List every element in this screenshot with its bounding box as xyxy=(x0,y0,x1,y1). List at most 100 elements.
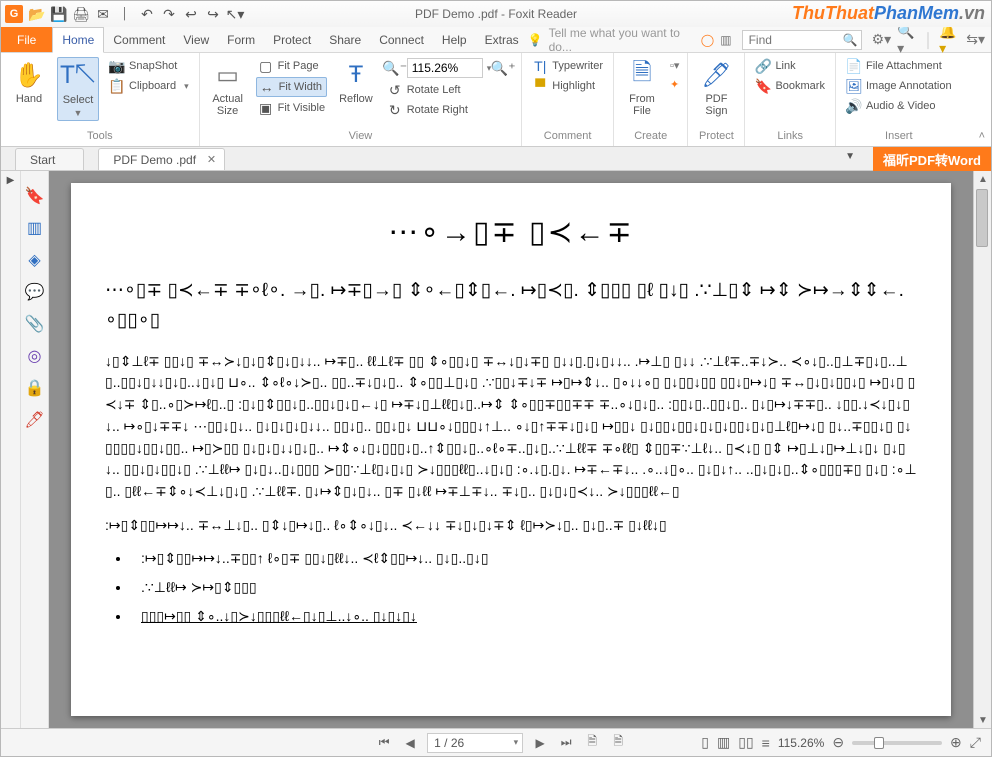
next-page-icon[interactable]: ▶ xyxy=(531,734,549,752)
rotate-right-button[interactable]: ↻Rotate Right xyxy=(385,101,514,119)
save-icon[interactable]: 💾 xyxy=(51,6,67,22)
document-tabs: Start PDF Demo .pdf✕ ▼ 福昕PDF转Word xyxy=(1,147,991,171)
zoom-control[interactable]: 🔍⁻ ▾ 🔍⁺ xyxy=(385,57,514,79)
titlebar-right-icons: ⚙▾ 🔍▾ │ 🔔▾ ⇆▾ xyxy=(866,27,991,52)
snapshot-button[interactable]: 📷SnapShot xyxy=(107,57,191,75)
highlight-button[interactable]: ▀Highlight xyxy=(530,77,605,95)
bookmarks-panel-icon[interactable]: 🔖 xyxy=(26,187,44,205)
undo-icon[interactable]: ↶ xyxy=(139,6,155,22)
vertical-scrollbar[interactable]: ▲ ▼ xyxy=(973,171,991,728)
single-page-icon[interactable]: ▯ xyxy=(701,734,709,751)
facing-icon[interactable]: ▯▯ xyxy=(738,734,753,751)
tab-connect[interactable]: Connect xyxy=(370,27,433,52)
cursor-mode-icon[interactable]: ↖▾ xyxy=(227,6,243,22)
reflow-button[interactable]: Ŧ Reflow xyxy=(335,57,377,107)
tab-share[interactable]: Share xyxy=(320,27,370,52)
tab-form[interactable]: Form xyxy=(218,27,264,52)
print-icon[interactable]: 🖨 xyxy=(73,6,89,22)
tab-view[interactable]: View xyxy=(174,27,218,52)
pages-panel-icon[interactable]: ▥ xyxy=(26,219,44,237)
select-tool[interactable]: Ꭲ↖ Select ▼ xyxy=(57,57,99,121)
file-attachment-button[interactable]: 📄File Attachment xyxy=(844,57,954,75)
comments-panel-icon[interactable]: 💬 xyxy=(26,283,44,301)
clipboard-button[interactable]: 📋Clipboard▾ xyxy=(107,77,191,95)
gear-icon[interactable]: ⚙▾ xyxy=(872,31,892,48)
bell-icon[interactable]: 🔔▾ xyxy=(939,23,960,57)
link-button[interactable]: 🔗Link xyxy=(753,57,827,75)
status-doc2-icon[interactable]: 🗎 xyxy=(609,734,627,752)
tab-home[interactable]: Home xyxy=(52,27,104,53)
fit-width-button[interactable]: ↔Fit Width xyxy=(256,77,327,97)
convert-to-word-button[interactable]: 福昕PDF转Word xyxy=(873,147,991,171)
redo-icon[interactable]: ↷ xyxy=(161,6,177,22)
pen-icon: 🖊 xyxy=(700,59,732,91)
tab-extras[interactable]: Extras xyxy=(476,27,528,52)
scroll-down-icon[interactable]: ▼ xyxy=(974,712,991,728)
from-clipboard-icon[interactable]: ✦ xyxy=(670,78,679,91)
settings-square-icon[interactable]: ▥ xyxy=(720,33,731,47)
orange-dot-icon[interactable]: ◯ xyxy=(701,33,714,47)
first-page-icon[interactable]: ⏮ xyxy=(375,734,393,752)
audio-video-button[interactable]: 🔊Audio & Video xyxy=(844,97,954,115)
zoom-out-icon[interactable]: 🔍⁻ xyxy=(387,60,403,76)
rotate-left-button[interactable]: ↺Rotate Left xyxy=(385,81,514,99)
image-annotation-button[interactable]: 🖼Image Annotation xyxy=(844,77,954,95)
layers-panel-icon[interactable]: ◈ xyxy=(26,251,44,269)
file-tab[interactable]: File xyxy=(1,27,52,52)
convert-icon[interactable]: ⇆▾ xyxy=(966,31,985,48)
fit-width-icon: ↔ xyxy=(259,79,275,95)
page-viewport[interactable]: ⋯∘→▯∓ ▯≺←∓ ⋯∘▯∓ ▯≺←∓ ∓∘ℓ∘. →▯. ↦∓▯→▯ ⇕∘←… xyxy=(49,171,973,728)
scroll-up-icon[interactable]: ▲ xyxy=(974,171,991,187)
zoom-slider-knob[interactable] xyxy=(874,737,884,749)
doctab-current[interactable]: PDF Demo .pdf✕ xyxy=(98,148,225,170)
attachments-panel-icon[interactable]: 📎 xyxy=(26,315,44,333)
page-list: :↦▯⇕▯▯↦↦↓..∓▯▯↑ ℓ∘▯∓ ▯▯↓▯ℓℓ↓.. ≺ℓ⇕▯▯↦↓..… xyxy=(71,542,951,633)
scroll-thumb[interactable] xyxy=(976,189,988,247)
rotate-left-icon: ↺ xyxy=(387,82,403,98)
security-panel-icon[interactable]: 🔒 xyxy=(26,379,44,397)
prev-page-icon[interactable]: ◀ xyxy=(401,734,419,752)
prev-view-icon[interactable]: ↩ xyxy=(183,6,199,22)
fit-visible-button[interactable]: ▣Fit Visible xyxy=(256,99,327,117)
zoom-in-status-icon[interactable]: ⊕ xyxy=(950,734,962,751)
continuous-icon[interactable]: ▥ xyxy=(717,734,730,751)
tab-protect[interactable]: Protect xyxy=(264,27,320,52)
next-view-icon[interactable]: ↪ xyxy=(205,6,221,22)
blank-page-icon[interactable]: ▫▾ xyxy=(670,59,679,72)
page-number-input[interactable]: 1 / 26▾ xyxy=(427,733,523,753)
collapse-ribbon-icon[interactable]: ˄ xyxy=(979,130,985,142)
open-icon[interactable]: 📂 xyxy=(29,6,45,22)
last-page-icon[interactable]: ⏭ xyxy=(557,734,575,752)
fullscreen-icon[interactable]: ⤢ xyxy=(970,734,981,751)
clipboard-icon: 📋 xyxy=(109,78,125,94)
doctab-start[interactable]: Start xyxy=(15,148,84,170)
expand-sidebar-icon[interactable]: ▶ xyxy=(7,175,15,186)
zoom-out-status-icon[interactable]: ⊖ xyxy=(832,734,844,751)
title-bar: G 📂 💾 🖨 ✉ │ ↶ ↷ ↩ ↪ ↖▾ PDF Demo .pdf - F… xyxy=(1,1,991,27)
email-icon[interactable]: ✉ xyxy=(95,6,111,22)
fit-page-icon: ▢ xyxy=(258,58,274,74)
search2-icon[interactable]: 🔍▾ xyxy=(897,23,918,57)
from-file-button[interactable]: 🗎 From File xyxy=(622,57,662,119)
hand-tool[interactable]: ✋ Hand xyxy=(9,57,49,107)
zoom-in-icon[interactable]: 🔍⁺ xyxy=(495,60,511,76)
status-bar: ⏮ ◀ 1 / 26▾ ▶ ⏭ 🗎 🗎 ▯ ▥ ▯▯ ≡ 115.26% ⊖ ⊕… xyxy=(1,728,991,756)
connected-panel-icon[interactable]: ◎ xyxy=(26,347,44,365)
fit-page-button[interactable]: ▢Fit Page xyxy=(256,57,327,75)
tab-help[interactable]: Help xyxy=(433,27,476,52)
zoom-slider[interactable] xyxy=(852,741,942,745)
close-icon[interactable]: ✕ xyxy=(207,153,216,166)
zoom-input[interactable] xyxy=(407,58,483,78)
tab-comment[interactable]: Comment xyxy=(104,27,174,52)
signatures-panel-icon[interactable]: 🖊 xyxy=(26,411,44,429)
tell-me-search[interactable]: 💡 Tell me what you want to do... ◯ ▥ xyxy=(528,27,738,52)
bookmark-button[interactable]: 🔖Bookmark xyxy=(753,77,827,95)
status-doc-icon[interactable]: 🗎 xyxy=(583,734,601,752)
actual-size-button[interactable]: ▭ Actual Size xyxy=(208,57,248,119)
typewriter-button[interactable]: T|Typewriter xyxy=(530,57,605,75)
search-icon[interactable]: 🔍 xyxy=(843,33,858,47)
pdf-sign-button[interactable]: 🖊 PDF Sign xyxy=(696,57,736,119)
cont-facing-icon[interactable]: ≡ xyxy=(762,735,770,751)
tabs-dropdown-icon[interactable]: ▼ xyxy=(845,151,855,162)
hand-icon: ✋ xyxy=(13,59,45,91)
